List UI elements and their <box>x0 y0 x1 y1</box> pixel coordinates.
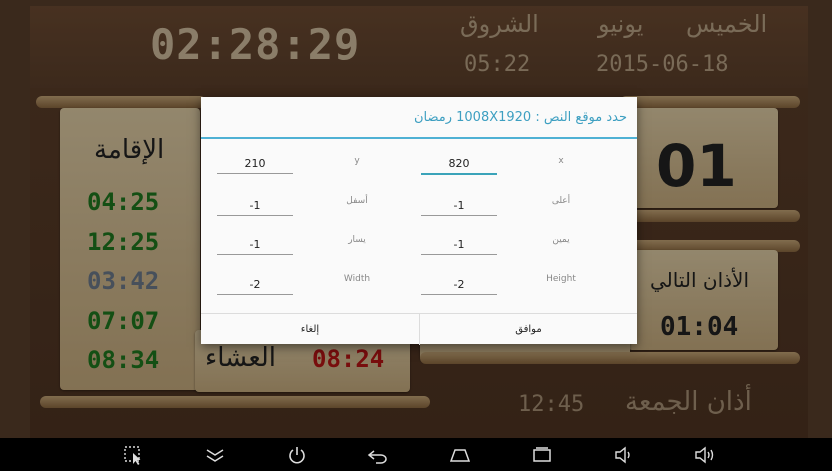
bottom-field[interactable] <box>217 195 293 216</box>
volume-down-icon[interactable] <box>612 444 636 466</box>
right-label: يمين <box>552 235 570 245</box>
text-position-dialog: حدد موقع النص : 1008X1920 رمضان y x أسفل… <box>201 97 637 345</box>
height-field[interactable] <box>421 274 497 295</box>
android-nav-bar <box>0 438 832 471</box>
left-label: يسار <box>348 235 366 245</box>
bottom-label: أسفل <box>346 196 368 206</box>
top-field[interactable] <box>421 195 497 216</box>
dialog-title: حدد موقع النص : 1008X1920 رمضان <box>413 110 627 125</box>
x-field[interactable] <box>421 153 497 175</box>
volume-up-icon[interactable] <box>693 444 717 466</box>
height-label: Height <box>546 274 576 284</box>
y-label: y <box>354 156 360 166</box>
right-field[interactable] <box>421 234 497 255</box>
x-label: x <box>558 156 564 166</box>
width-label: Width <box>343 274 371 284</box>
screenshot-icon[interactable] <box>121 444 145 466</box>
y-field[interactable] <box>217 153 293 174</box>
prayer-times-screen: 02:28:29 الشروق 05:22 يونيو الخميس 2015-… <box>0 0 832 438</box>
power-icon[interactable] <box>285 444 309 466</box>
back-icon[interactable] <box>366 444 390 466</box>
collapse-icon[interactable] <box>203 444 227 466</box>
left-field[interactable] <box>217 234 293 255</box>
cancel-button[interactable]: إلغاء <box>201 314 419 345</box>
dialog-title-divider <box>201 137 637 139</box>
ok-button[interactable]: موافق <box>420 314 637 345</box>
top-label: أعلى <box>551 196 571 206</box>
width-field[interactable] <box>217 274 293 295</box>
home-icon[interactable] <box>448 444 472 466</box>
dialog-button-bar: إلغاء موافق <box>201 313 637 345</box>
recents-icon[interactable] <box>530 444 554 466</box>
